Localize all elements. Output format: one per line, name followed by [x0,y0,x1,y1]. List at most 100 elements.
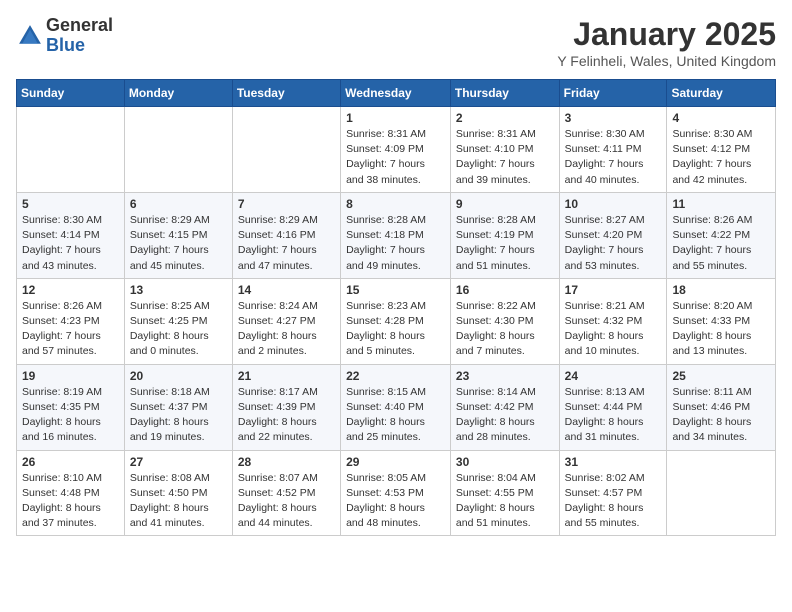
weekday-header-row: SundayMondayTuesdayWednesdayThursdayFrid… [17,80,776,107]
calendar-cell: 7Sunrise: 8:29 AM Sunset: 4:16 PM Daylig… [232,192,340,278]
calendar-cell: 2Sunrise: 8:31 AM Sunset: 4:10 PM Daylig… [450,107,559,193]
calendar-cell: 31Sunrise: 8:02 AM Sunset: 4:57 PM Dayli… [559,450,667,536]
day-info: Sunrise: 8:20 AM Sunset: 4:33 PM Dayligh… [672,299,770,360]
weekday-header: Tuesday [232,80,340,107]
calendar-cell: 27 Sunrise: 8:08 AM Sunset: 4:50 PM Dayli… [124,450,232,536]
calendar-cell: 12 Sunrise: 8:26 AM Sunset: 4:23 PM Dayli… [17,278,125,364]
day-number: 15 [346,283,445,297]
calendar-cell: 25 Sunrise: 8:11 AM Sunset: 4:46 PM Dayli… [667,364,776,450]
page-header: General Blue January 2025 Y Felinheli, W… [16,16,776,69]
calendar-cell: 10Sunrise: 8:27 AM Sunset: 4:20 PM Dayli… [559,192,667,278]
day-number: 1 [346,111,445,125]
weekday-header: Thursday [450,80,559,107]
day-info: Sunrise: 8:14 AM Sunset: 4:42 PM Dayligh… [456,385,554,446]
calendar-cell: 13 Sunrise: 8:25 AM Sunset: 4:25 PM Dayli… [124,278,232,364]
day-number: 25 [672,369,770,383]
calendar-cell: 18 Sunrise: 8:20 AM Sunset: 4:33 PM Dayli… [667,278,776,364]
day-number: 27 [130,455,227,469]
day-info: Sunrise: 8:17 AM Sunset: 4:39 PM Dayligh… [238,385,335,446]
day-info: Sunrise: 8:31 AM Sunset: 4:09 PM Dayligh… [346,127,445,188]
calendar-cell: 21 Sunrise: 8:17 AM Sunset: 4:39 PM Dayli… [232,364,340,450]
day-info: Sunrise: 8:24 AM Sunset: 4:27 PM Dayligh… [238,299,335,360]
calendar-week-row: 12 Sunrise: 8:26 AM Sunset: 4:23 PM Dayli… [17,278,776,364]
day-number: 30 [456,455,554,469]
day-info: Sunrise: 8:25 AM Sunset: 4:25 PM Dayligh… [130,299,227,360]
day-info: Sunrise: 8:05 AM Sunset: 4:53 PM Dayligh… [346,471,445,532]
weekday-header: Sunday [17,80,125,107]
day-number: 17 [565,283,662,297]
calendar-cell: 22Sunrise: 8:15 AM Sunset: 4:40 PM Dayli… [341,364,451,450]
day-info: Sunrise: 8:10 AM Sunset: 4:48 PM Dayligh… [22,471,119,532]
day-number: 9 [456,197,554,211]
day-number: 18 [672,283,770,297]
calendar-cell: 15 Sunrise: 8:23 AM Sunset: 4:28 PM Dayli… [341,278,451,364]
day-info: Sunrise: 8:28 AM Sunset: 4:18 PM Dayligh… [346,213,445,274]
day-number: 14 [238,283,335,297]
day-info: Sunrise: 8:22 AM Sunset: 4:30 PM Dayligh… [456,299,554,360]
day-number: 24 [565,369,662,383]
day-info: Sunrise: 8:26 AM Sunset: 4:22 PM Dayligh… [672,213,770,274]
calendar-cell: 16 Sunrise: 8:22 AM Sunset: 4:30 PM Dayli… [450,278,559,364]
day-number: 7 [238,197,335,211]
calendar-cell [232,107,340,193]
day-number: 8 [346,197,445,211]
calendar-cell: 5 Sunrise: 8:30 AM Sunset: 4:14 PM Daylig… [17,192,125,278]
day-info: Sunrise: 8:30 AM Sunset: 4:14 PM Dayligh… [22,213,119,274]
logo-blue-text: Blue [46,36,113,56]
day-number: 16 [456,283,554,297]
day-number: 2 [456,111,554,125]
day-number: 26 [22,455,119,469]
day-info: Sunrise: 8:11 AM Sunset: 4:46 PM Dayligh… [672,385,770,446]
day-info: Sunrise: 8:07 AM Sunset: 4:52 PM Dayligh… [238,471,335,532]
day-info: Sunrise: 8:08 AM Sunset: 4:50 PM Dayligh… [130,471,227,532]
day-number: 4 [672,111,770,125]
day-number: 12 [22,283,119,297]
day-number: 20 [130,369,227,383]
calendar-week-row: 26 Sunrise: 8:10 AM Sunset: 4:48 PM Dayli… [17,450,776,536]
location-subtitle: Y Felinheli, Wales, United Kingdom [557,53,776,69]
day-number: 21 [238,369,335,383]
calendar-cell [124,107,232,193]
day-number: 28 [238,455,335,469]
day-number: 6 [130,197,227,211]
day-info: Sunrise: 8:15 AM Sunset: 4:40 PM Dayligh… [346,385,445,446]
day-number: 23 [456,369,554,383]
day-number: 5 [22,197,119,211]
calendar-cell: 8 Sunrise: 8:28 AM Sunset: 4:18 PM Daylig… [341,192,451,278]
day-number: 3 [565,111,662,125]
calendar-cell: 9Sunrise: 8:28 AM Sunset: 4:19 PM Daylig… [450,192,559,278]
calendar-cell [17,107,125,193]
title-block: January 2025 Y Felinheli, Wales, United … [557,16,776,69]
day-number: 19 [22,369,119,383]
calendar-cell: 30Sunrise: 8:04 AM Sunset: 4:55 PM Dayli… [450,450,559,536]
day-number: 11 [672,197,770,211]
calendar-cell: 14 Sunrise: 8:24 AM Sunset: 4:27 PM Dayli… [232,278,340,364]
calendar-cell: 1 Sunrise: 8:31 AM Sunset: 4:09 PM Daylig… [341,107,451,193]
day-info: Sunrise: 8:26 AM Sunset: 4:23 PM Dayligh… [22,299,119,360]
calendar-cell: 20 Sunrise: 8:18 AM Sunset: 4:37 PM Dayli… [124,364,232,450]
day-info: Sunrise: 8:29 AM Sunset: 4:15 PM Dayligh… [130,213,227,274]
day-info: Sunrise: 8:23 AM Sunset: 4:28 PM Dayligh… [346,299,445,360]
day-number: 31 [565,455,662,469]
calendar-cell: 26 Sunrise: 8:10 AM Sunset: 4:48 PM Dayli… [17,450,125,536]
calendar-table: SundayMondayTuesdayWednesdayThursdayFrid… [16,79,776,536]
calendar-cell [667,450,776,536]
calendar-cell: 28 Sunrise: 8:07 AM Sunset: 4:52 PM Dayli… [232,450,340,536]
weekday-header: Monday [124,80,232,107]
calendar-cell: 6 Sunrise: 8:29 AM Sunset: 4:15 PM Daylig… [124,192,232,278]
day-number: 29 [346,455,445,469]
calendar-cell: 23 Sunrise: 8:14 AM Sunset: 4:42 PM Dayli… [450,364,559,450]
logo: General Blue [16,16,113,56]
calendar-cell: 4Sunrise: 8:30 AM Sunset: 4:12 PM Daylig… [667,107,776,193]
logo-general-text: General [46,16,113,36]
day-number: 10 [565,197,662,211]
calendar-cell: 29 Sunrise: 8:05 AM Sunset: 4:53 PM Dayli… [341,450,451,536]
day-info: Sunrise: 8:18 AM Sunset: 4:37 PM Dayligh… [130,385,227,446]
day-number: 13 [130,283,227,297]
weekday-header: Saturday [667,80,776,107]
logo-icon [16,22,44,50]
calendar-week-row: 5 Sunrise: 8:30 AM Sunset: 4:14 PM Daylig… [17,192,776,278]
calendar-cell: 24Sunrise: 8:13 AM Sunset: 4:44 PM Dayli… [559,364,667,450]
calendar-cell: 17Sunrise: 8:21 AM Sunset: 4:32 PM Dayli… [559,278,667,364]
day-info: Sunrise: 8:19 AM Sunset: 4:35 PM Dayligh… [22,385,119,446]
